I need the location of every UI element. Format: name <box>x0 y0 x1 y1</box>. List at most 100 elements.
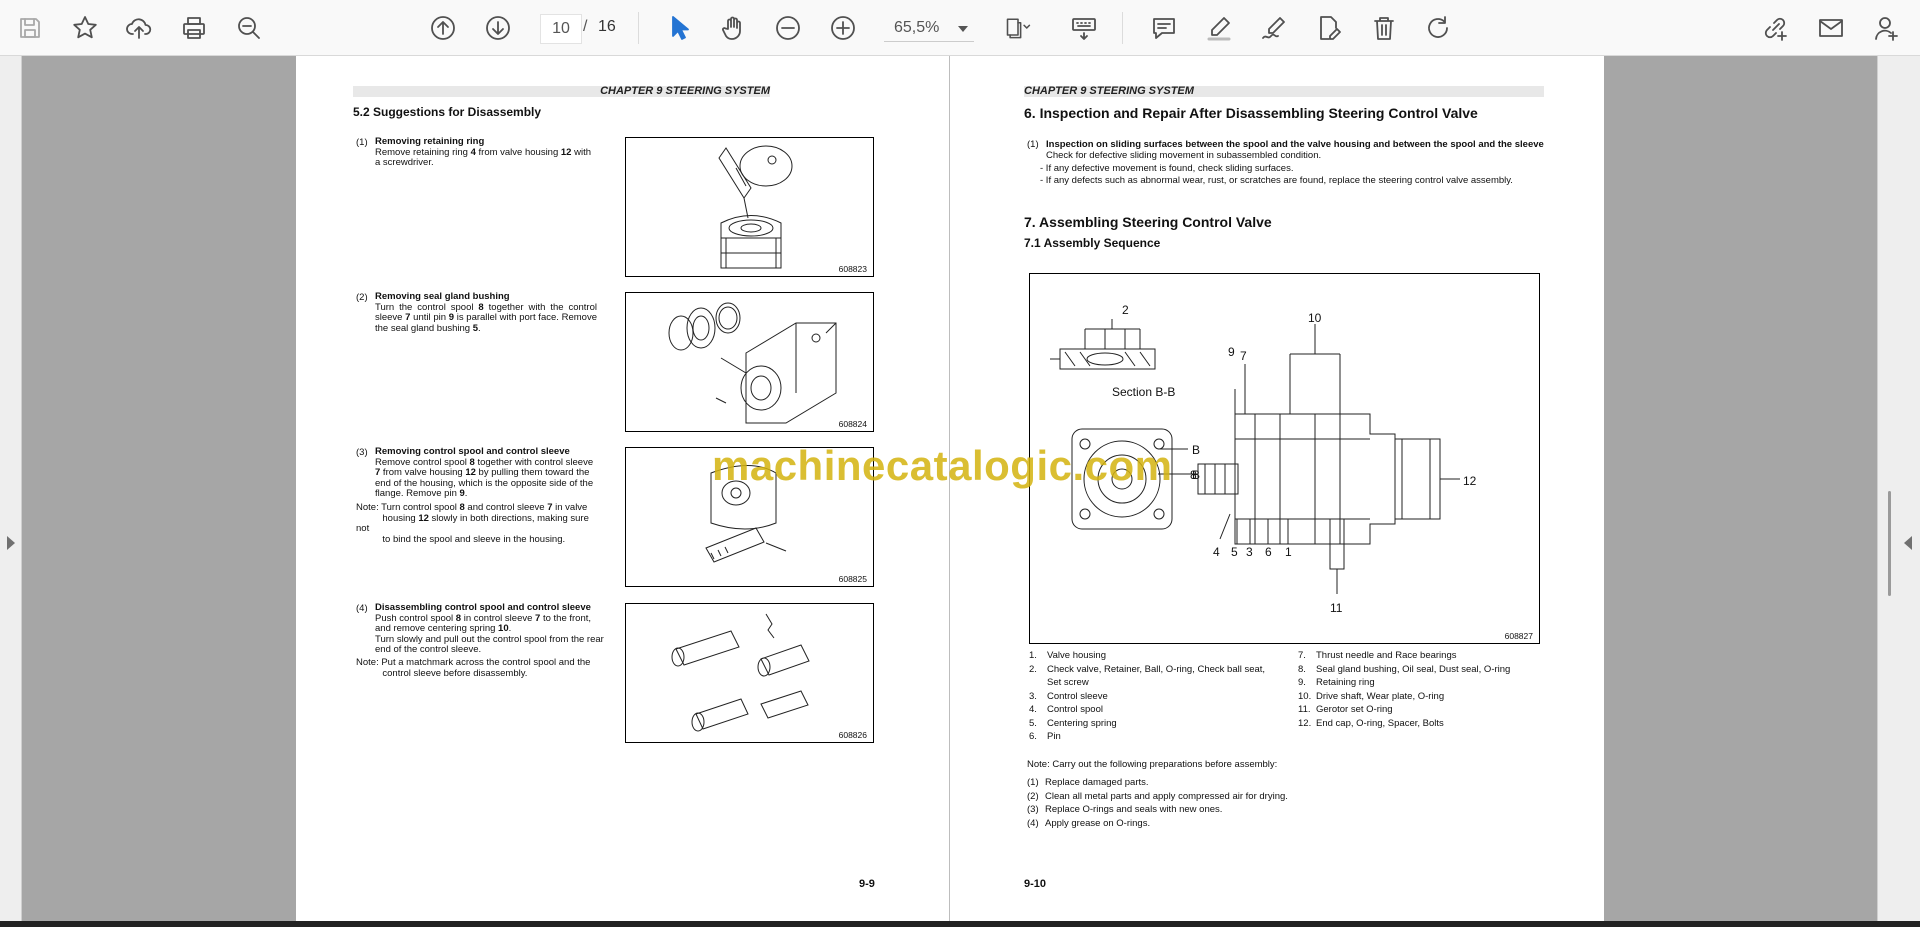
print-icon[interactable] <box>177 11 211 45</box>
list-item-text: Thrust needle and Race bearings <box>1316 650 1457 661</box>
figure-number: 608825 <box>838 574 867 584</box>
figure-number: 608827 <box>1504 631 1533 641</box>
expand-right-arrow-icon[interactable] <box>1904 536 1912 550</box>
note-text: Note: Put a matchmark across the control… <box>356 657 591 679</box>
label-4: 4 <box>1213 545 1220 559</box>
step-number: (2) <box>356 292 368 303</box>
redo-icon[interactable] <box>1422 11 1456 45</box>
list-item-number: 12. <box>1298 717 1312 729</box>
fit-page-icon[interactable] <box>998 11 1038 45</box>
figure-608824: 608824 <box>625 292 874 432</box>
list-item: 7. Thrust needle and Race bearings <box>1298 650 1548 664</box>
step-number: (1) <box>356 137 368 148</box>
toolbar-divider <box>1122 12 1123 44</box>
zoom-level-select[interactable]: 65,5% <box>884 14 974 42</box>
comment-icon[interactable] <box>1147 11 1181 45</box>
step-text: Removing retaining ring Remove retaining… <box>375 136 592 168</box>
save-icon[interactable] <box>13 11 47 45</box>
list-item: 3. Control sleeve <box>1029 691 1279 705</box>
list-item: (4) Apply grease on O-rings. <box>1027 818 1427 832</box>
inspection-title: Inspection on sliding surfaces between t… <box>1046 139 1544 150</box>
page-number-input[interactable]: 10 <box>540 14 582 44</box>
list-item-number: 5. <box>1029 717 1037 729</box>
cloud-upload-icon[interactable] <box>122 11 156 45</box>
left-panel-collapsed[interactable] <box>0 56 22 922</box>
scrollbar-thumb[interactable] <box>1888 491 1891 596</box>
chevron-down-icon <box>958 26 968 32</box>
chapter-header: CHAPTER 9 STEERING SYSTEM <box>353 86 770 97</box>
section-label: Section B-B <box>1112 385 1175 399</box>
zoom-search-icon[interactable] <box>232 11 266 45</box>
watermark-text: machinecatalogic.com <box>712 442 1173 489</box>
page-folio: 9-10 <box>1024 878 1047 890</box>
select-cursor-icon[interactable] <box>662 11 696 45</box>
label-8: 8 <box>1190 468 1197 482</box>
add-user-icon[interactable] <box>1870 11 1904 45</box>
figure-608823: 608823 <box>625 137 874 277</box>
label-5: 5 <box>1231 545 1238 559</box>
label-3: 3 <box>1246 545 1253 559</box>
label-b-top: B <box>1192 443 1200 457</box>
list-item: 4. Control spool <box>1029 704 1279 718</box>
list-item: 2. Check valve, Retainer, Ball, O-ring, C… <box>1029 664 1279 678</box>
page-up-icon[interactable] <box>426 11 460 45</box>
page-separator: / <box>583 18 588 35</box>
list-item-number: 6. <box>1029 731 1037 742</box>
share-link-icon[interactable] <box>1758 11 1792 45</box>
label-6: 6 <box>1265 545 1272 559</box>
sign-icon[interactable] <box>1257 11 1291 45</box>
section-title: 5.2 Suggestions for Disassembly <box>353 105 542 119</box>
list-item-text: Centering spring <box>1047 717 1117 729</box>
hand-icon[interactable] <box>716 11 750 45</box>
highlight-icon[interactable] <box>1202 11 1236 45</box>
inspection-text: Check for defective sliding movement in … <box>1046 150 1322 161</box>
step-number: (3) <box>356 447 368 458</box>
zoom-in-icon[interactable] <box>826 11 860 45</box>
list-item-text: Pin <box>1047 731 1061 742</box>
list-item-text: Retaining ring <box>1316 677 1375 688</box>
list-item-number: 9. <box>1298 677 1306 688</box>
star-icon[interactable] <box>68 11 102 45</box>
label-7: 7 <box>1240 349 1247 363</box>
list-item-number: (2) <box>1027 790 1039 802</box>
list-item-number: 8. <box>1298 663 1306 675</box>
list-item-text: Drive shaft, Wear plate, O-ring <box>1316 690 1445 702</box>
list-item-text: Replace damaged parts. <box>1045 777 1149 788</box>
label-12: 12 <box>1463 474 1477 488</box>
list-item-number: 7. <box>1298 650 1306 661</box>
right-panel-collapsed[interactable] <box>1877 56 1920 922</box>
expand-left-arrow-icon[interactable] <box>7 536 15 550</box>
edit-pdf-icon[interactable] <box>1312 11 1346 45</box>
preparation-list: (1) Replace damaged parts. (2) Clean all me… <box>1027 777 1427 831</box>
email-icon[interactable] <box>1814 11 1848 45</box>
list-item: 5. Centering spring <box>1029 718 1279 732</box>
toolbar: 10 / 16 65,5% <box>0 0 1920 56</box>
step-title: Removing seal gland bushing <box>375 291 510 302</box>
step-number: (1) <box>1027 139 1039 150</box>
list-item-text: Control spool <box>1047 704 1103 715</box>
list-item-text: Check valve, Retainer, Ball, O-ring, Che… <box>1047 663 1266 675</box>
label-9: 9 <box>1228 345 1235 359</box>
zoom-level-value: 65,5% <box>894 19 940 36</box>
list-item-number: 10. <box>1298 690 1312 702</box>
label-2: 2 <box>1122 303 1129 317</box>
step-text: Removing seal gland bushing Turn the con… <box>375 291 597 334</box>
list-item: (3) Replace O-rings and seals with new on… <box>1027 804 1427 818</box>
assembly-note: Note: Carry out the following preparatio… <box>1027 759 1278 770</box>
list-item-text: Seal gland bushing, Oil seal, Dust seal,… <box>1316 663 1511 675</box>
delete-icon[interactable] <box>1367 11 1401 45</box>
list-item-number: 4. <box>1029 704 1037 715</box>
page-folio: 9-9 <box>859 878 875 890</box>
page-down-icon[interactable] <box>481 11 515 45</box>
inspection-bullet: - If any defects such as abnormal wear, … <box>1040 175 1513 186</box>
list-item-text: Apply grease on O-rings. <box>1045 817 1151 829</box>
subsection-heading-7-1: 7.1 Assembly Sequence <box>1024 236 1161 250</box>
list-item: 12. End cap, O-ring, Spacer, Bolts <box>1298 718 1548 732</box>
keyboard-icon[interactable] <box>1067 11 1101 45</box>
parts-list-left: 1. Valve housing 2. Check valve, Retainer, … <box>1029 650 1279 745</box>
figure-number: 608823 <box>838 264 867 274</box>
list-item: Set screw <box>1029 677 1279 691</box>
zoom-out-icon[interactable] <box>771 11 805 45</box>
list-item: 8. Seal gland bushing, Oil seal, Dust sea… <box>1298 664 1548 678</box>
section-heading-6: 6. Inspection and Repair After Disassemb… <box>1024 105 1478 121</box>
